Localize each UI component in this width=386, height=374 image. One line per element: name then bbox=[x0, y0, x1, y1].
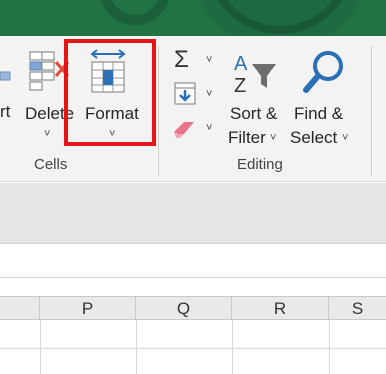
column-header-q[interactable]: Q bbox=[136, 297, 232, 321]
insert-label: rt bbox=[0, 102, 11, 121]
gridline bbox=[136, 320, 137, 374]
svg-text:A: A bbox=[234, 53, 248, 75]
svg-text:Z: Z bbox=[234, 75, 246, 97]
clear-button[interactable]: ˅ bbox=[170, 116, 220, 142]
delete-chevron-down-icon: ˅ bbox=[44, 128, 51, 140]
sigma-icon: Σ bbox=[174, 46, 189, 73]
column-header-r[interactable]: R bbox=[232, 297, 329, 321]
format-highlight-box bbox=[64, 39, 156, 146]
find-select-chevron-down-icon: ˅ bbox=[342, 132, 349, 144]
title-bar-pattern-icon bbox=[101, 0, 361, 36]
column-header-p[interactable]: P bbox=[40, 297, 136, 321]
eraser-icon bbox=[174, 122, 194, 138]
sort-filter-button[interactable]: A Z Sort & Filter ˅ bbox=[226, 46, 286, 151]
editing-group-label: Editing bbox=[237, 156, 283, 173]
sort-filter-label-line1: Sort & bbox=[230, 104, 278, 123]
title-bar bbox=[0, 0, 386, 36]
group-separator bbox=[371, 46, 372, 176]
find-select-label-line2: Select bbox=[290, 128, 338, 147]
gridline bbox=[232, 320, 233, 374]
fill-down-icon bbox=[174, 82, 196, 105]
column-header-s[interactable]: S bbox=[329, 297, 386, 321]
cells-group-label: Cells bbox=[34, 156, 68, 173]
sort-filter-label-line2: Filter bbox=[228, 128, 266, 147]
clear-chevron-down-icon: ˅ bbox=[206, 122, 213, 134]
find-select-button[interactable]: Find & Select ˅ bbox=[290, 46, 356, 151]
delete-button[interactable]: Delete ˅ bbox=[22, 46, 74, 146]
fill-button[interactable]: ˅ bbox=[170, 82, 220, 108]
find-select-label-line1: Find & bbox=[294, 104, 344, 123]
group-separator bbox=[158, 46, 159, 176]
autosum-chevron-down-icon: ˅ bbox=[206, 54, 213, 66]
gridline bbox=[329, 320, 330, 374]
cell-grid[interactable] bbox=[0, 320, 386, 374]
sort-filter-chevron-down-icon: ˅ bbox=[270, 132, 277, 144]
ribbon-gap bbox=[0, 183, 386, 243]
ribbon: rt Delete ˅ Format ˅ Cells Σ ˅ ˅ ˅ A Z S… bbox=[0, 36, 386, 182]
gridline bbox=[0, 348, 386, 349]
gridline bbox=[40, 320, 41, 374]
column-headers: P Q R S bbox=[0, 296, 386, 321]
formula-bar[interactable] bbox=[0, 243, 386, 278]
insert-button[interactable]: rt bbox=[0, 46, 18, 136]
magnifier-icon bbox=[303, 51, 343, 93]
autosum-button[interactable]: Σ ˅ bbox=[170, 46, 220, 74]
fill-chevron-down-icon: ˅ bbox=[206, 88, 213, 100]
column-header-partial[interactable] bbox=[0, 297, 40, 321]
insert-cells-icon bbox=[0, 71, 11, 81]
sort-filter-icon: A Z bbox=[234, 53, 276, 97]
